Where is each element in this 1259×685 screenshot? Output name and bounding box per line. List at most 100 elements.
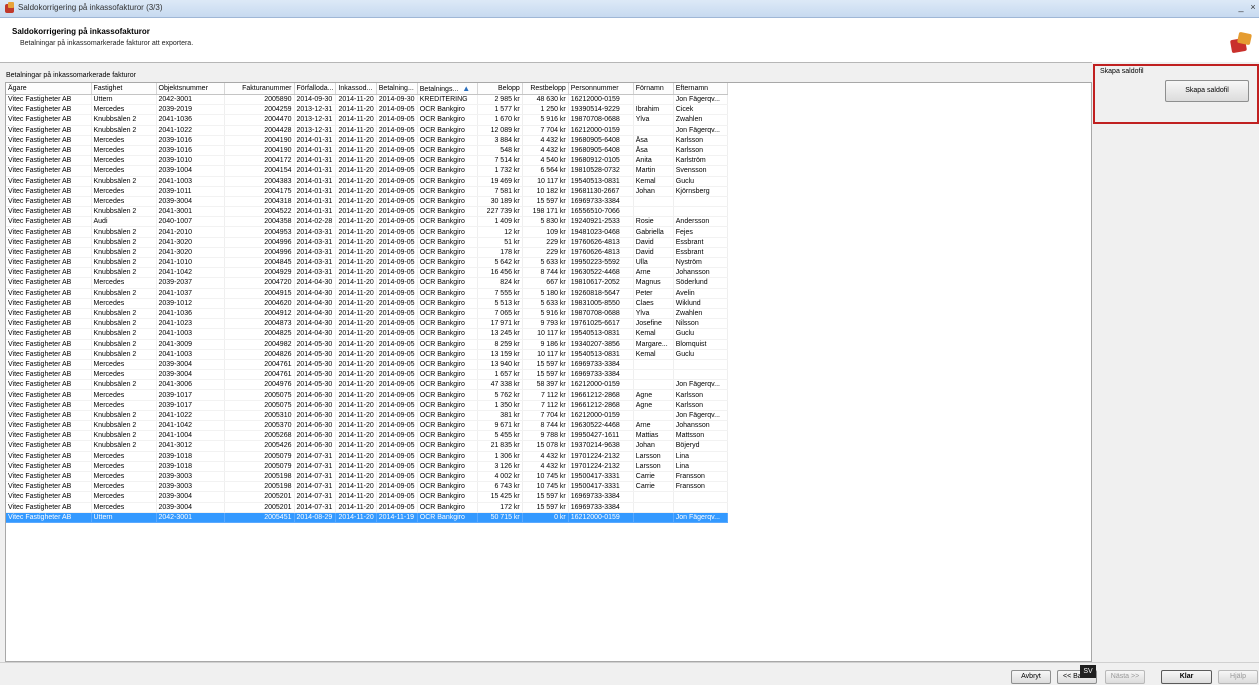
column-header[interactable]: Belopp	[477, 83, 523, 95]
table-cell: Mercedes	[91, 481, 157, 493]
table-cell: 2014-11-20	[335, 339, 377, 350]
column-header[interactable]: Efternamn	[673, 83, 728, 95]
table-cell: 2041-1036	[156, 114, 225, 126]
table-cell: 2014-09-05	[376, 339, 418, 350]
table-row[interactable]: Vitec Fastigheter AB Mercedes 2039-1010 200…	[6, 155, 728, 167]
table-row[interactable]: Vitec Fastigheter AB Knubbsälen 2 2041-100…	[6, 176, 728, 187]
column-header[interactable]: Objektsnummer	[156, 83, 225, 95]
table-row[interactable]: Vitec Fastigheter AB Knubbsälen 2 2041-100…	[6, 430, 728, 442]
table-row[interactable]: Vitec Fastigheter AB Mercedes 2039-3004 200…	[6, 196, 728, 208]
cancel-button[interactable]: Avbryt	[1011, 670, 1051, 684]
table-cell: 2014-09-05	[376, 481, 418, 493]
close-button[interactable]: ×	[1248, 2, 1258, 12]
table-row[interactable]: Vitec Fastigheter AB Knubbsälen 2 2041-101…	[6, 257, 728, 269]
table-cell: Vitec Fastigheter AB	[6, 318, 92, 330]
finish-button[interactable]: Klar	[1161, 670, 1212, 684]
table-cell: 2014-11-20	[335, 328, 377, 340]
table-row[interactable]: Vitec Fastigheter AB Mercedes 2039-1016 200…	[6, 135, 728, 146]
column-header[interactable]: Betalnings... ▲	[417, 83, 478, 95]
table-cell	[633, 359, 674, 371]
table-row[interactable]: Vitec Fastigheter AB Mercedes 2039-1004 200…	[6, 165, 728, 177]
table-row[interactable]: Vitec Fastigheter AB Mercedes 2039-3003 200…	[6, 481, 728, 493]
table-cell: 19630522-4468	[568, 267, 634, 279]
table-row[interactable]: Vitec Fastigheter AB Uttern 2042-3001 20054…	[6, 512, 728, 523]
table-row[interactable]: Vitec Fastigheter AB Mercedes 2039-3004 200…	[6, 491, 728, 503]
table-row[interactable]: Vitec Fastigheter AB Knubbsälen 2 2041-103…	[6, 288, 728, 299]
table-row[interactable]: Vitec Fastigheter AB Knubbsälen 2 2041-103…	[6, 114, 728, 126]
table-row[interactable]: Vitec Fastigheter AB Knubbsälen 2 2041-301…	[6, 440, 728, 452]
table-row[interactable]: Vitec Fastigheter AB Audi 2040-1007 2004358…	[6, 216, 728, 228]
table-cell: Vitec Fastigheter AB	[6, 247, 92, 259]
column-header[interactable]: Fastighet	[91, 83, 157, 95]
table-row[interactable]: Vitec Fastigheter AB Uttern 2042-3001 20058…	[6, 94, 728, 106]
minimize-button[interactable]: _	[1236, 2, 1246, 12]
table-cell: 2014-01-31	[294, 165, 337, 177]
column-header[interactable]: Inkassod...	[335, 83, 377, 95]
table-row[interactable]: Vitec Fastigheter AB Knubbsälen 2 2041-103…	[6, 308, 728, 320]
table-row[interactable]: Vitec Fastigheter AB Knubbsälen 2 2041-302…	[6, 237, 728, 248]
table-cell: OCR Bankgiro	[417, 206, 478, 218]
table-cell: 8 259 kr	[477, 339, 523, 350]
table-row[interactable]: Vitec Fastigheter AB Mercedes 2039-1017 200…	[6, 389, 728, 401]
table-cell: OCR Bankgiro	[417, 216, 478, 228]
table-row[interactable]: Vitec Fastigheter AB Knubbsälen 2 2041-300…	[6, 339, 728, 350]
table-row[interactable]: Vitec Fastigheter AB Knubbsälen 2 2041-100…	[6, 328, 728, 340]
table-row[interactable]: Vitec Fastigheter AB Knubbsälen 2 2041-104…	[6, 420, 728, 432]
sort-ascending-icon[interactable]: ▲	[462, 84, 470, 93]
table-cell	[633, 196, 674, 208]
table-cell: 5 633 kr	[522, 298, 569, 309]
create-balance-file-button[interactable]: Skapa saldofil	[1165, 80, 1249, 102]
table-cell: 2014-04-30	[294, 328, 337, 340]
table-cell: 2041-1037	[156, 288, 225, 299]
table-cell: Mercedes	[91, 196, 157, 208]
table-row[interactable]: Vitec Fastigheter AB Knubbsälen 2 2041-102…	[6, 125, 728, 136]
column-header[interactable]: Fakturanummer	[224, 83, 295, 95]
table-row[interactable]: Vitec Fastigheter AB Mercedes 2039-1011 200…	[6, 186, 728, 197]
table-cell: 2014-06-30	[294, 410, 337, 422]
column-header[interactable]: Förnamn	[633, 83, 674, 95]
table-row[interactable]: Vitec Fastigheter AB Mercedes 2039-2019 200…	[6, 104, 728, 116]
table-row[interactable]: Vitec Fastigheter AB Mercedes 2039-3004 200…	[6, 502, 728, 513]
table-cell: 5 830 kr	[522, 216, 569, 228]
table-cell: Mercedes	[91, 451, 157, 462]
table-row[interactable]: Vitec Fastigheter AB Knubbsälen 2 2041-300…	[6, 206, 728, 218]
table-row[interactable]: Vitec Fastigheter AB Knubbsälen 2 2041-302…	[6, 247, 728, 259]
table-row[interactable]: Vitec Fastigheter AB Mercedes 2039-1018 200…	[6, 451, 728, 462]
table-cell: 2041-3001	[156, 206, 225, 218]
table-row[interactable]: Vitec Fastigheter AB Knubbsälen 2 2041-300…	[6, 379, 728, 391]
table-cell: 172 kr	[477, 502, 523, 513]
table-cell: 2014-07-31	[294, 471, 337, 483]
table-cell: 2014-09-05	[376, 389, 418, 401]
table-row[interactable]: Vitec Fastigheter AB Mercedes 2039-1016 200…	[6, 145, 728, 157]
table-cell: Martin	[633, 165, 674, 177]
column-header[interactable]: Restbelopp	[522, 83, 569, 95]
column-header[interactable]: Betalning...	[376, 83, 418, 95]
table-cell: 2039-3004	[156, 369, 225, 381]
table-row[interactable]: Vitec Fastigheter AB Knubbsälen 2 2041-201…	[6, 226, 728, 238]
table-row[interactable]: Vitec Fastigheter AB Mercedes 2039-3003 200…	[6, 471, 728, 483]
table-row[interactable]: Vitec Fastigheter AB Mercedes 2039-3004 200…	[6, 369, 728, 381]
table-row[interactable]: Vitec Fastigheter AB Mercedes 2039-1012 200…	[6, 298, 728, 309]
table-cell: Johan	[633, 440, 674, 452]
table-cell: Jon Fägerqv...	[673, 125, 728, 136]
table-row[interactable]: Vitec Fastigheter AB Knubbsälen 2 2041-102…	[6, 410, 728, 422]
table-cell: 2014-11-20	[335, 226, 377, 238]
column-header[interactable]: Personnummer	[568, 83, 634, 95]
column-header[interactable]: Ägare	[6, 83, 92, 95]
table-row[interactable]: Vitec Fastigheter AB Mercedes 2039-1018 200…	[6, 461, 728, 472]
table-row[interactable]: Vitec Fastigheter AB Knubbsälen 2 2041-104…	[6, 267, 728, 279]
table-cell: Åsa	[633, 135, 674, 146]
payments-grid[interactable]: Ägare Fastighet Objektsnummer Fakturanummer…	[5, 82, 1092, 662]
table-row[interactable]: Vitec Fastigheter AB Knubbsälen 2 2041-102…	[6, 318, 728, 330]
column-header[interactable]: Förfalloda...	[294, 83, 337, 95]
table-cell: 2041-1004	[156, 430, 225, 442]
table-row[interactable]: Vitec Fastigheter AB Knubbsälen 2 2041-100…	[6, 349, 728, 360]
table-cell: Vitec Fastigheter AB	[6, 196, 92, 208]
table-cell: 2041-1003	[156, 349, 225, 360]
table-row[interactable]: Vitec Fastigheter AB Mercedes 2039-1017 200…	[6, 400, 728, 411]
table-cell: Jon Fägerqv...	[673, 94, 728, 106]
table-row[interactable]: Vitec Fastigheter AB Mercedes 2039-2037 200…	[6, 277, 728, 289]
table-cell: Svensson	[673, 165, 728, 177]
table-row[interactable]: Vitec Fastigheter AB Mercedes 2039-3004 200…	[6, 359, 728, 371]
language-indicator[interactable]: SV	[1080, 665, 1096, 678]
